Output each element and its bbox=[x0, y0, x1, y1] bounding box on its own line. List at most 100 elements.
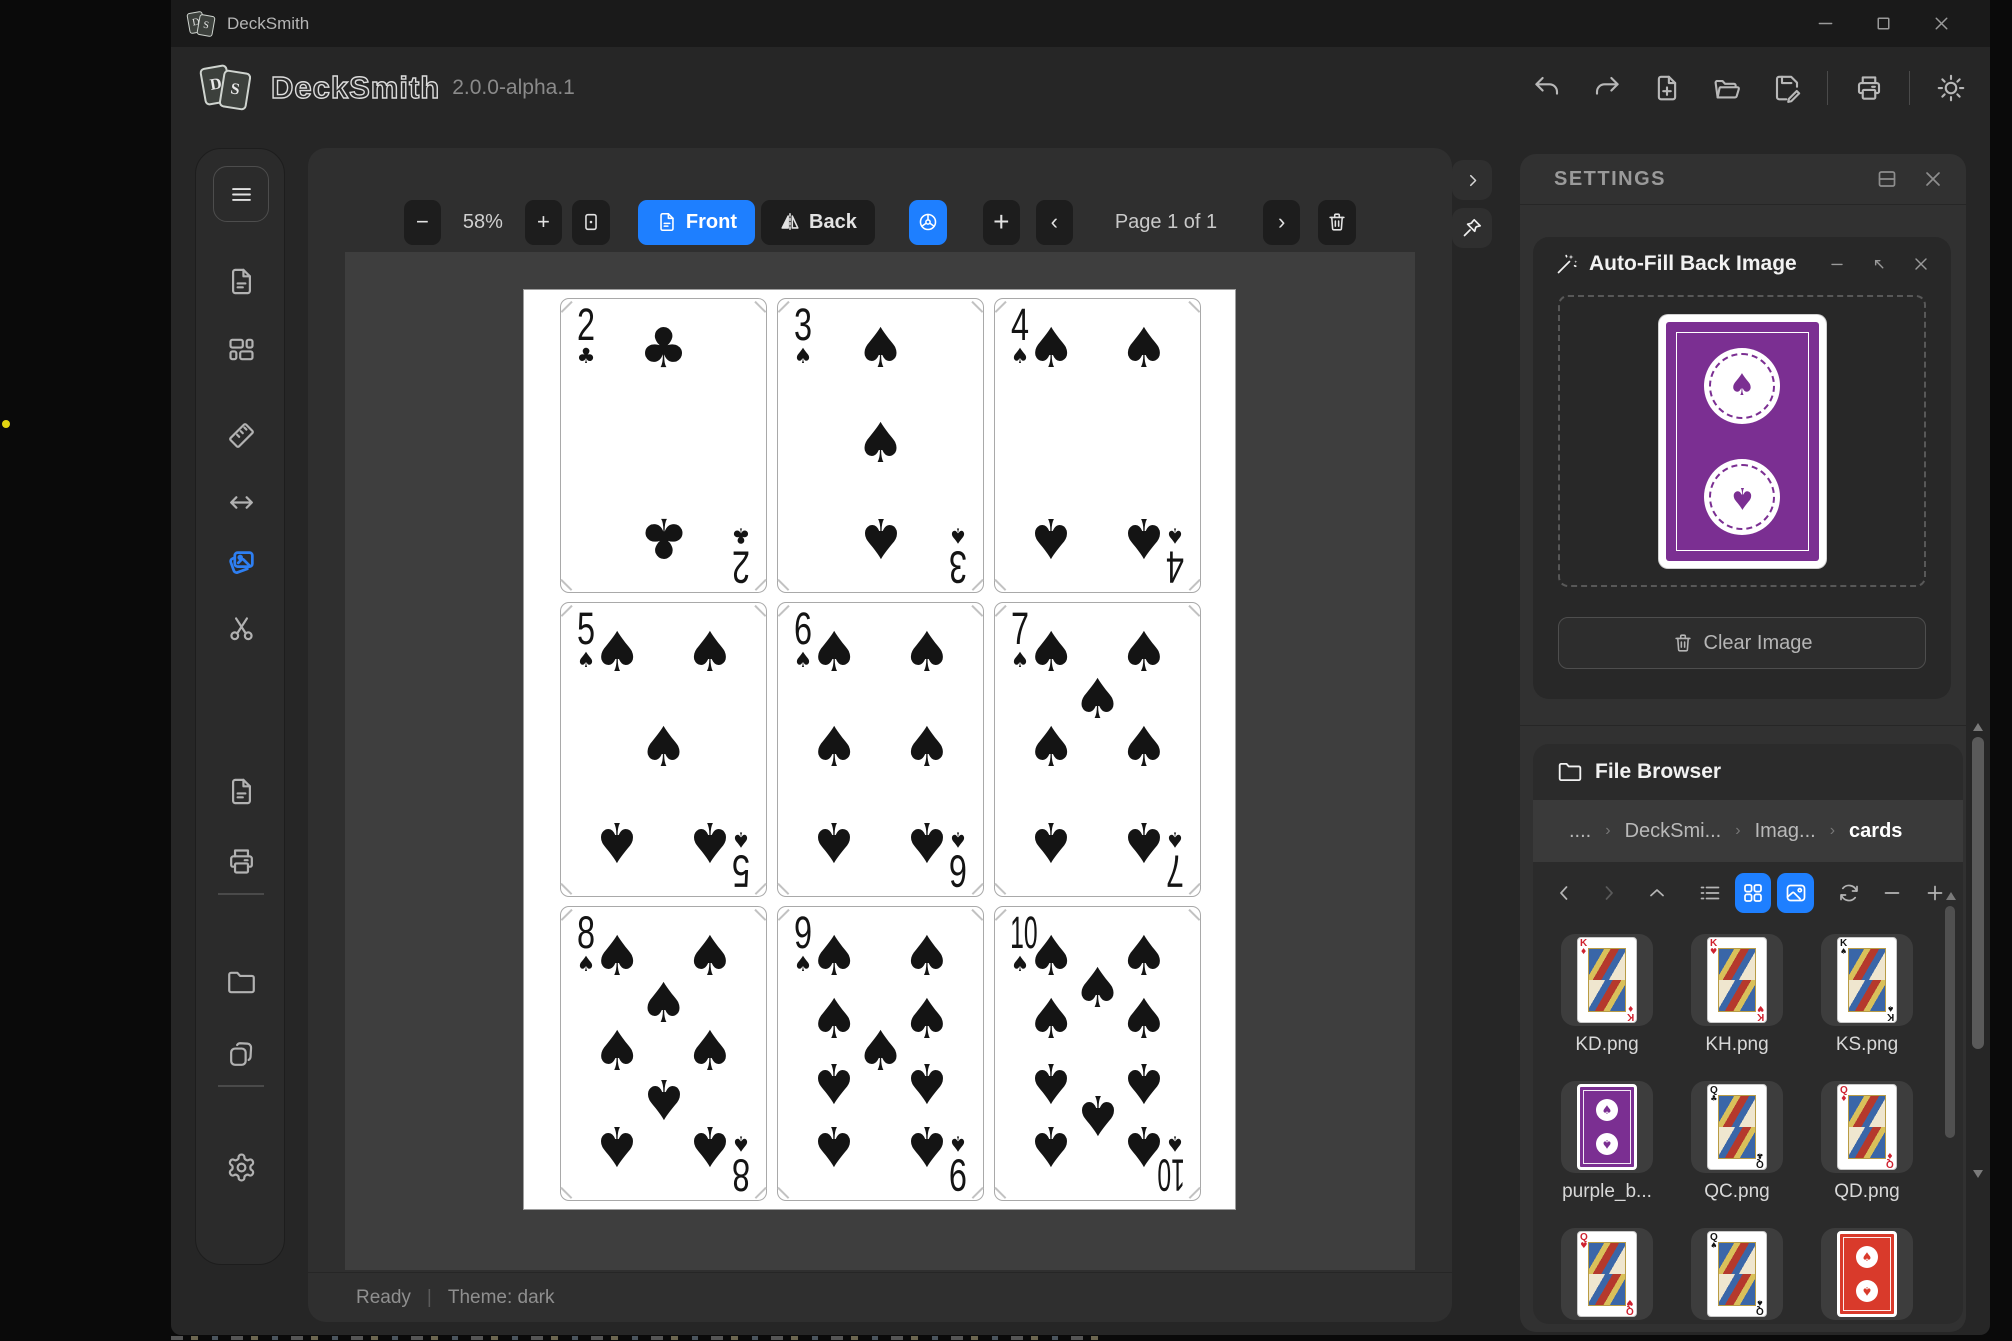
file-item-QD.png[interactable]: Q ♦ Q ♦ QD.png bbox=[1803, 1081, 1931, 1203]
card-9-spade[interactable]: 9 ♠ 9 ♠ ♠ ♠ ♠ ♠ ♠ ♠ ♠ ♠ ♠ bbox=[777, 906, 984, 1201]
close-icon bbox=[1915, 258, 1927, 270]
canvas-toolbar: − 58% + Front Back + ‹ Page 1 of 1 › bbox=[308, 198, 1452, 246]
file-item-row3-0[interactable]: Q ♥ Q ♥ bbox=[1543, 1228, 1671, 1320]
fb-chevron-right-button[interactable] bbox=[1590, 873, 1627, 913]
collapse-panel-button[interactable] bbox=[1452, 160, 1492, 200]
breadcrumb-item-2[interactable]: Imag... bbox=[1755, 820, 1816, 843]
card-7-spade[interactable]: 7 ♠ 7 ♠ ♠ ♠ ♠ ♠ ♠ ♠ ♠ bbox=[994, 602, 1201, 897]
fb-list-button[interactable] bbox=[1692, 873, 1729, 913]
file-item-KS.png[interactable]: K ♠ K ♠ KS.png bbox=[1803, 934, 1931, 1056]
wand-icon bbox=[1557, 254, 1578, 274]
sidebar-item-gear[interactable] bbox=[225, 1151, 257, 1183]
redo-icon[interactable] bbox=[1587, 68, 1626, 107]
titlebar[interactable]: D S DeckSmith bbox=[171, 0, 1990, 47]
file-name: purple_b... bbox=[1562, 1181, 1652, 1202]
breadcrumb-item-current[interactable]: cards bbox=[1849, 820, 1902, 843]
window-title: DeckSmith bbox=[227, 13, 310, 33]
sidebar-item-copy[interactable] bbox=[225, 1038, 257, 1070]
trash-icon bbox=[1329, 213, 1345, 231]
card-5-spade[interactable]: 5 ♠ 5 ♠ ♠ ♠ ♠ ♠ ♠ bbox=[560, 602, 767, 897]
sidebar-item-printer[interactable] bbox=[225, 845, 257, 877]
file-item-purple_b...[interactable]: ♠ ♠ purple_b... bbox=[1543, 1081, 1671, 1203]
dock-panel-button[interactable] bbox=[1872, 164, 1902, 194]
fb-minus-button[interactable] bbox=[1873, 873, 1910, 913]
card-6-spade[interactable]: 6 ♠ 6 ♠ ♠ ♠ ♠ ♠ ♠ ♠ bbox=[777, 602, 984, 897]
trash-icon bbox=[1674, 634, 1691, 652]
file-browser-toolbar bbox=[1533, 862, 1963, 924]
file-item-row3-2[interactable]: ♠ ♠ bbox=[1803, 1228, 1931, 1320]
file-item-KD.png[interactable]: K ♦ K ♦ KD.png bbox=[1543, 934, 1671, 1056]
front-tab-button[interactable]: Front bbox=[637, 199, 755, 245]
settings-header: SETTINGS bbox=[1520, 154, 1966, 205]
file-item-row3-1[interactable]: Q ♠ Q ♠ bbox=[1673, 1228, 1801, 1320]
card-sheet-page: 2 ♣ 2 ♣ ♣ ♣ 3 ♠ 3 ♠ ♠ ♠ ♠ 4 ♠ 4 ♠ ♠ ♠ ♠ ♠ 5 ♠ 5 ♠ ♠ ♠ ♠ ♠ ♠ 6 ♠ 6 ♠ ♠ ♠ ♠ ♠ ♠ ♠… bbox=[523, 289, 1236, 1210]
breadcrumb-item-0[interactable]: .... bbox=[1569, 820, 1591, 843]
canvas-viewport[interactable]: 2 ♣ 2 ♣ ♣ ♣ 3 ♠ 3 ♠ ♠ ♠ ♠ 4 ♠ 4 ♠ ♠ ♠ ♠ ♠ 5 ♠ 5 ♠ ♠ ♠ ♠ ♠ ♠ 6 ♠ 6 ♠ ♠ ♠ ♠ ♠ ♠ ♠… bbox=[345, 252, 1415, 1270]
printer-icon[interactable] bbox=[1849, 68, 1888, 107]
prev-page-button[interactable]: ‹ bbox=[1035, 199, 1073, 245]
file-grid-scrollbar[interactable] bbox=[1944, 892, 1956, 1316]
close-button[interactable] bbox=[1912, 4, 1970, 44]
sidebar-item-images-active[interactable] bbox=[225, 547, 257, 579]
card-2-club[interactable]: 2 ♣ 2 ♣ ♣ ♣ bbox=[560, 298, 767, 593]
status-state: Ready bbox=[356, 1286, 411, 1308]
undo-icon[interactable] bbox=[1527, 68, 1566, 107]
fb-image-button[interactable] bbox=[1777, 873, 1815, 913]
folder-icon bbox=[1558, 762, 1582, 782]
close-settings-button[interactable] bbox=[1918, 164, 1948, 194]
delete-page-button[interactable] bbox=[1318, 199, 1357, 245]
next-page-button[interactable]: › bbox=[1263, 199, 1301, 245]
status-divider: | bbox=[426, 1286, 432, 1308]
fb-chevron-left-button[interactable] bbox=[1547, 873, 1584, 913]
card-10-spade[interactable]: 10 ♠ 10 ♠ ♠ ♠ ♠ ♠ ♠ ♠ ♠ ♠ ♠ ♠ bbox=[994, 906, 1201, 1201]
sidebar-item-layout[interactable] bbox=[225, 333, 257, 365]
back-tab-button[interactable]: Back bbox=[761, 199, 875, 245]
clear-image-button[interactable]: Clear Image bbox=[1558, 617, 1926, 669]
save-icon[interactable] bbox=[1767, 68, 1806, 107]
sidebar-item-move-horizontal[interactable] bbox=[225, 486, 257, 518]
app-header: D S DeckSmith 2.0.0-alpha.1 bbox=[171, 47, 1990, 128]
minimize-button[interactable] bbox=[1796, 4, 1854, 44]
sidebar-item-folder[interactable] bbox=[225, 966, 257, 998]
breadcrumb-item-1[interactable]: DeckSmi... bbox=[1625, 820, 1722, 843]
back-image-preview: ♠ ♠ bbox=[1658, 314, 1826, 568]
zoom-in-button[interactable]: + bbox=[524, 199, 562, 245]
file-name: QD.png bbox=[1834, 1181, 1900, 1202]
settings-title: SETTINGS bbox=[1554, 167, 1667, 190]
back-image-dropzone[interactable]: ♠ ♠ bbox=[1558, 295, 1926, 587]
autofill-minimize-button[interactable] bbox=[1823, 250, 1851, 278]
file-plus-icon[interactable] bbox=[1647, 68, 1686, 107]
sidebar-item-file-text[interactable] bbox=[225, 775, 257, 807]
toolbar-separator bbox=[1827, 70, 1828, 105]
file-browser-title: File Browser bbox=[1595, 760, 1722, 783]
fb-refresh-button[interactable] bbox=[1830, 873, 1867, 913]
file-item-QC.png[interactable]: Q ♣ Q ♣ QC.png bbox=[1673, 1081, 1801, 1203]
file-name: QC.png bbox=[1704, 1181, 1770, 1202]
sidebar-item-file-text[interactable] bbox=[225, 265, 257, 297]
sidebar-item-scissors[interactable] bbox=[225, 612, 257, 644]
file-item-KH.png[interactable]: K ♥ K ♥ KH.png bbox=[1673, 934, 1801, 1056]
autofill-close-button[interactable] bbox=[1907, 250, 1935, 278]
fit-page-button[interactable] bbox=[571, 199, 610, 245]
autofill-popout-button[interactable] bbox=[1865, 250, 1893, 278]
sidebar-item-ruler[interactable] bbox=[225, 419, 257, 451]
file-grid: K ♦ K ♦ KD.png K ♥ K ♥ KH.png K ♠ K ♠ KS.png ♠ ♠ purple_b… bbox=[1543, 934, 1939, 1324]
fb-chevron-up-button[interactable] bbox=[1639, 873, 1676, 913]
card-4-spade[interactable]: 4 ♠ 4 ♠ ♠ ♠ ♠ ♠ bbox=[994, 298, 1201, 593]
sun-icon[interactable] bbox=[1931, 68, 1970, 107]
file-thumbnail: Q ♥ Q ♥ bbox=[1561, 1228, 1653, 1320]
card-3-spade[interactable]: 3 ♠ 3 ♠ ♠ ♠ ♠ bbox=[777, 298, 984, 593]
add-page-button[interactable]: + bbox=[982, 199, 1020, 245]
file-thumbnail: K ♠ K ♠ bbox=[1821, 934, 1913, 1026]
maximize-button[interactable] bbox=[1854, 4, 1912, 44]
zoom-out-button[interactable]: − bbox=[403, 199, 441, 245]
folder-open-icon[interactable] bbox=[1707, 68, 1746, 107]
preview-3d-button[interactable] bbox=[908, 199, 947, 245]
card-pips: ♠ ♠ ♠ ♠ ♠ bbox=[592, 619, 735, 874]
fb-grid-button[interactable] bbox=[1734, 873, 1772, 913]
card-8-spade[interactable]: 8 ♠ 8 ♠ ♠ ♠ ♠ ♠ ♠ ♠ ♠ ♠ bbox=[560, 906, 767, 1201]
menu-button[interactable] bbox=[213, 166, 269, 222]
pin-panel-button[interactable] bbox=[1452, 208, 1492, 248]
settings-scrollbar[interactable] bbox=[1971, 723, 1985, 1178]
card-pips: ♠ ♠ ♠ ♠ ♠ ♠ ♠ ♠ ♠ bbox=[809, 923, 952, 1178]
